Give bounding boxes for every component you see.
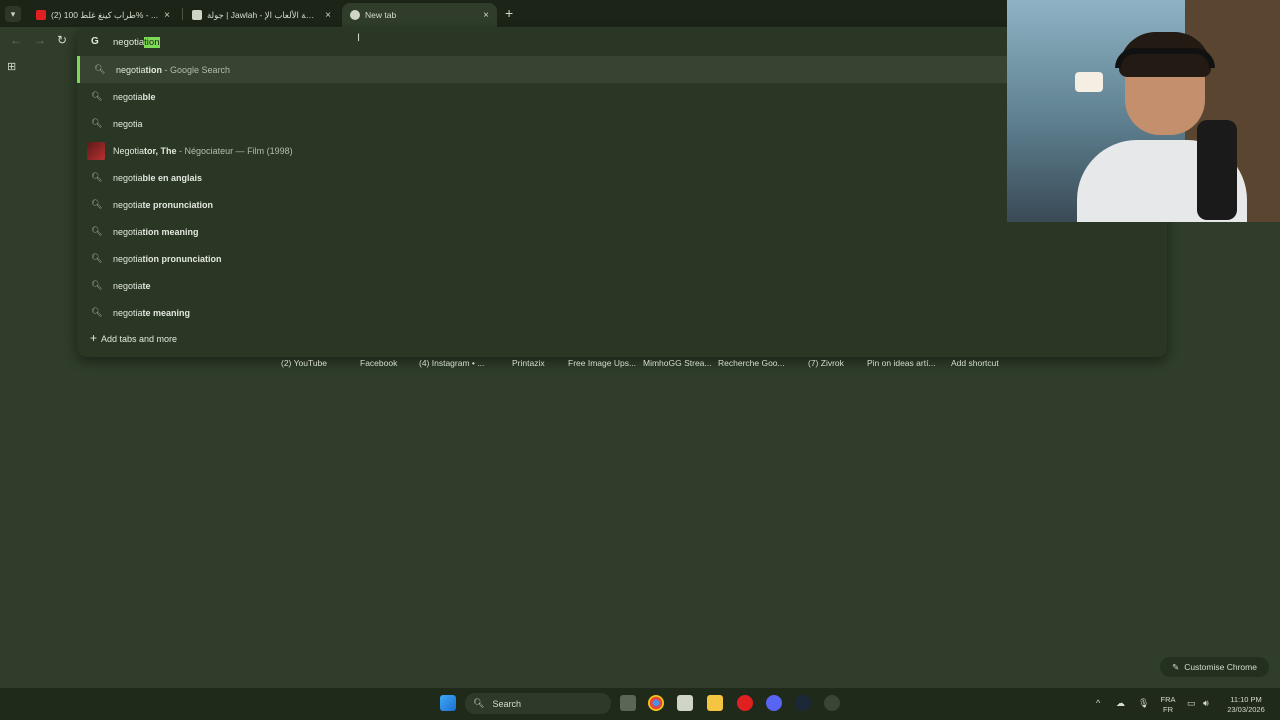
tab-jawlah[interactable]: جولة | Jawlah - منصة الألعاب الإ... × — [184, 3, 339, 27]
tab-separator — [182, 8, 183, 20]
new-tab-button[interactable]: + — [505, 5, 513, 21]
taskbar-search[interactable]: 🔍︎ Search — [465, 693, 611, 714]
taskbar — [0, 688, 1280, 720]
search-icon: 🔍︎ — [91, 91, 103, 101]
shortcut-recherche[interactable]: Recherche Goo... — [718, 358, 785, 368]
chrome-taskbar-icon[interactable] — [648, 695, 664, 711]
steam-icon[interactable] — [795, 695, 811, 711]
suggestion-item-entity[interactable]: Negotiator, The - Négociateur — Film (19… — [77, 137, 1167, 164]
tab-search-button[interactable]: ▾ — [5, 6, 21, 22]
shortcut-youtube[interactable]: (2) YouTube — [281, 358, 327, 368]
add-shortcut-button[interactable]: Add shortcut — [951, 358, 999, 368]
text-cursor-icon: I — [357, 32, 361, 44]
back-button[interactable]: ← — [10, 33, 22, 47]
jawlah-icon — [192, 10, 202, 20]
language-indicator[interactable]: FRA FR — [1158, 695, 1178, 715]
google-icon: G — [91, 36, 99, 47]
omnibox-dropdown: G negotiation I 🔍︎ negotiation - Google … — [77, 29, 1167, 357]
lamp — [1075, 72, 1103, 92]
add-tabs-button[interactable]: + Add tabs and more — [90, 331, 177, 345]
close-icon[interactable]: × — [164, 10, 170, 21]
shortcut-facebook[interactable]: Facebook — [360, 358, 397, 368]
youtube-icon — [36, 10, 46, 20]
tab-title: New tab — [365, 10, 397, 20]
close-icon[interactable]: × — [483, 10, 489, 21]
inline-autocomplete: tion — [144, 37, 160, 48]
typed-text: negotia — [113, 37, 145, 48]
search-icon: 🔍︎ — [91, 253, 103, 263]
search-icon: 🔍︎ — [91, 280, 103, 290]
customise-chrome-button[interactable]: ✎ Customise Chrome — [1160, 657, 1269, 677]
film-poster-thumbnail — [87, 141, 105, 160]
suggestion-item[interactable]: 🔍︎ negotiate pronunciation — [77, 191, 1167, 218]
forward-button[interactable]: → — [34, 33, 46, 47]
file-explorer-icon[interactable] — [707, 695, 723, 711]
shortcut-pin-ideas[interactable]: Pin on ideas artí... — [867, 358, 936, 368]
search-icon: 🔍︎ — [91, 307, 103, 317]
suggestion-item[interactable]: 🔍︎ negotiation pronunciation — [77, 245, 1167, 272]
apps-grid-icon[interactable]: ⊞ — [7, 60, 16, 73]
chevron-up-icon[interactable]: ^ — [1096, 698, 1100, 708]
close-icon[interactable]: × — [325, 10, 331, 21]
chrome-icon — [350, 10, 360, 20]
tab-youtube[interactable]: (2) طراب كينغ غلط 100% - ... × — [28, 3, 178, 27]
suggestion-item[interactable]: 🔍︎ negotiation meaning — [77, 218, 1167, 245]
cloud-icon[interactable]: ☁ — [1116, 698, 1125, 709]
volume-icon[interactable]: 🔊︎ — [1203, 698, 1209, 709]
clock[interactable]: 11:10 PM 23/03/2026 — [1222, 695, 1270, 715]
address-input[interactable]: negotiation — [113, 37, 160, 48]
shortcut-printazix[interactable]: Printazix — [512, 358, 545, 368]
task-view-icon[interactable] — [620, 695, 636, 711]
search-icon: 🔍︎ — [91, 199, 103, 209]
tab-title: جولة | Jawlah - منصة الألعاب الإ... — [207, 9, 320, 20]
suggestion-item[interactable]: 🔍︎ negotiable — [77, 83, 1167, 110]
discord-icon[interactable] — [766, 695, 782, 711]
suggestion-item[interactable]: 🔍︎ negotia — [77, 110, 1167, 137]
reload-button[interactable]: ↻ — [57, 33, 67, 47]
address-bar[interactable]: G negotiation I — [77, 29, 1167, 56]
shortcut-free-image[interactable]: Free Image Ups... — [568, 358, 636, 368]
shortcut-instagram[interactable]: (4) Instagram • ... — [419, 358, 484, 368]
tab-title: (2) طراب كينغ غلط 100% - ... — [51, 9, 159, 20]
search-icon: 🔍︎ — [94, 64, 106, 74]
plus-icon: + — [90, 331, 98, 345]
microphone-icon[interactable]: 🎙︎ — [1138, 698, 1149, 709]
search-icon: 🔍︎ — [91, 172, 103, 182]
suggestion-item[interactable]: 🔍︎ negotiate — [77, 272, 1167, 299]
headset — [1115, 48, 1215, 68]
settings-icon[interactable] — [824, 695, 840, 711]
microphone — [1197, 120, 1237, 220]
shortcut-zivrok[interactable]: (7) Zivrok — [808, 358, 844, 368]
start-icon[interactable] — [440, 695, 456, 711]
search-icon: 🔍︎ — [473, 698, 485, 708]
opera-icon[interactable] — [737, 695, 753, 711]
suggestion-item[interactable]: 🔍︎ negotiate meaning — [77, 299, 1167, 326]
suggestion-item[interactable]: 🔍︎ negotiation - Google Search — [77, 56, 1167, 83]
suggestion-item[interactable]: 🔍︎ negotiable en anglais — [77, 164, 1167, 191]
search-icon: 🔍︎ — [91, 226, 103, 236]
shortcut-mimhogg[interactable]: MimhoGG Strea... — [643, 358, 712, 368]
snipping-tool-icon[interactable] — [677, 695, 693, 711]
network-icon[interactable]: ▭ — [1187, 698, 1196, 709]
search-icon: 🔍︎ — [91, 118, 103, 128]
webcam-overlay — [1007, 0, 1280, 222]
pencil-icon: ✎ — [1172, 661, 1180, 672]
tab-new-tab[interactable]: New tab × — [342, 3, 497, 27]
